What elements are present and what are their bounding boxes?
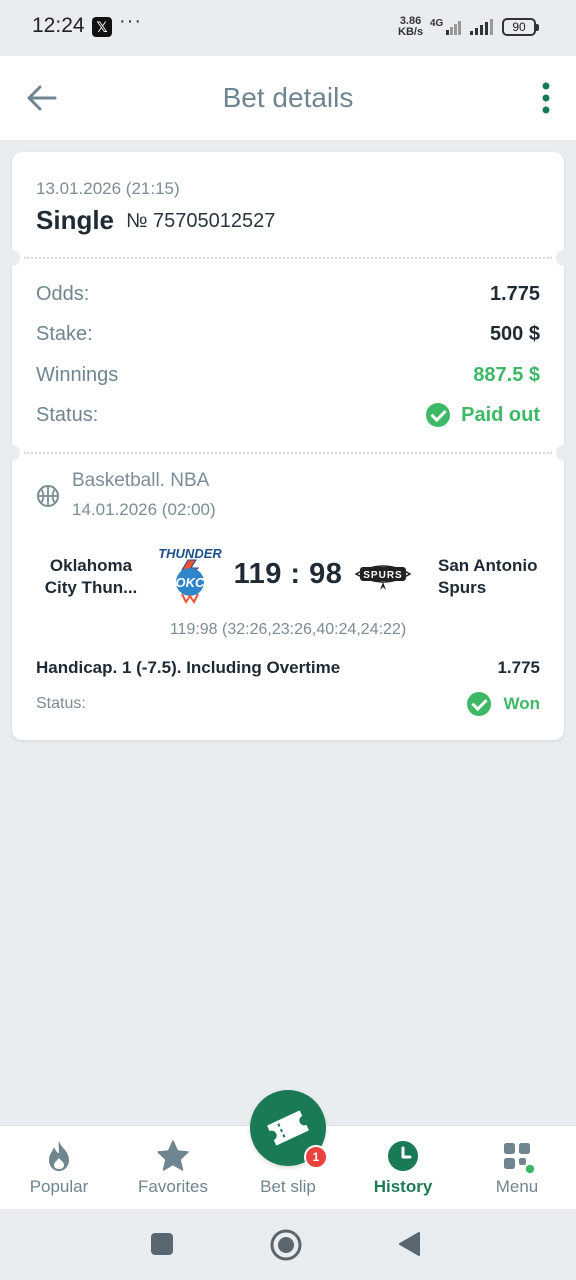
- team-home-name: Oklahoma City Thun...: [36, 555, 146, 599]
- team-away-name: San Antonio Spurs: [438, 555, 548, 599]
- signal-icon: [470, 19, 493, 35]
- grid-icon: [504, 1143, 535, 1174]
- app-header: Bet details: [0, 56, 576, 140]
- flame-icon: [49, 1141, 69, 1171]
- bet-type: Single: [36, 205, 115, 235]
- check-circle-icon: [426, 403, 451, 427]
- bet-details-card: 13.01.2026 (21:15) Single № 75705012527 …: [4, 152, 572, 740]
- match-score: 119 : 98: [233, 558, 343, 590]
- network-type: 4G: [430, 18, 444, 29]
- spurs-logo: SPURS: [354, 565, 412, 590]
- team-home-name-line1: Oklahoma: [49, 556, 133, 575]
- network-speed: 3.86 KB/s: [398, 16, 423, 38]
- status-time: 12:24: [32, 14, 85, 37]
- ticket-notch: [556, 445, 572, 461]
- stake-label: Stake:: [36, 323, 93, 345]
- x-icon: 𝕏: [92, 17, 112, 37]
- team-away-name-line2: Spurs: [438, 578, 487, 597]
- event-status-label: Status:: [36, 695, 86, 712]
- odds-label: Odds:: [36, 283, 90, 305]
- signal-4g-icon: 4G: [430, 18, 461, 35]
- nav-label: Bet slip: [260, 1177, 316, 1196]
- basketball-icon: [37, 485, 59, 507]
- spurs-logo-text: SPURS: [363, 570, 402, 581]
- divider: [24, 257, 552, 259]
- league-name: Basketball. NBA: [72, 470, 210, 491]
- thunder-logo: THUNDER OKC: [158, 546, 222, 604]
- star-icon: [157, 1140, 189, 1171]
- event-status-value: Won: [503, 694, 540, 713]
- event-date: 14.01.2026 (02:00): [72, 500, 216, 519]
- nav-label: Favorites: [138, 1177, 208, 1196]
- market-odds: 1.775: [497, 658, 540, 677]
- ticket-notch: [556, 250, 572, 266]
- page-title: Bet details: [222, 82, 354, 113]
- bet-slip-count-badge: 1: [304, 1145, 328, 1169]
- nav-label: Menu: [495, 1177, 539, 1196]
- thunder-logo-text: THUNDER: [158, 546, 222, 561]
- stake-value: 500 $: [489, 323, 540, 345]
- period-scores: 119:98 (32:26,23:26,40:24,24:22): [169, 621, 407, 638]
- battery-icon: 90: [502, 18, 539, 36]
- event-status: Won: [467, 692, 540, 716]
- winnings-label: Winnings: [36, 364, 119, 386]
- status-label: Status:: [36, 404, 99, 426]
- clock-icon: [388, 1141, 418, 1171]
- bet-status: Paid out: [426, 402, 540, 428]
- more-notifications-icon: ···: [119, 10, 142, 32]
- divider: [24, 452, 552, 454]
- more-vertical-icon[interactable]: [540, 82, 552, 114]
- nav-label: Popular: [29, 1177, 89, 1196]
- market-name: Handicap. 1 (-7.5). Including Overtime: [36, 658, 341, 677]
- bet-date: 13.01.2026 (21:15): [36, 179, 180, 198]
- nav-menu[interactable]: Menu: [459, 1126, 575, 1210]
- nav-history[interactable]: History: [345, 1126, 461, 1210]
- bet-status-value: Paid out: [461, 403, 540, 426]
- bet-number: № 75705012527: [126, 210, 276, 232]
- recents-icon[interactable]: [150, 1232, 174, 1256]
- home-icon[interactable]: [269, 1228, 303, 1262]
- back-triangle-icon[interactable]: [398, 1231, 420, 1257]
- system-navigation-bar: [0, 1209, 576, 1280]
- status-bar: 12:24 𝕏 ··· 3.86 KB/s 4G 90: [0, 0, 576, 56]
- network-speed-unit: KB/s: [398, 26, 424, 38]
- thunder-logo-abbr: OKC: [176, 575, 206, 590]
- winnings-value: 887.5 $: [473, 364, 540, 386]
- team-home-name-line2: City Thun...: [44, 578, 138, 597]
- nav-popular[interactable]: Popular: [1, 1126, 117, 1210]
- nav-label: History: [373, 1177, 433, 1196]
- ticket-notch: [4, 445, 20, 461]
- team-away-name-line1: San Antonio: [438, 556, 538, 575]
- ticket-notch: [4, 250, 20, 266]
- odds-value: 1.775: [489, 283, 540, 305]
- check-circle-icon: [467, 692, 492, 716]
- nav-favorites[interactable]: Favorites: [115, 1126, 231, 1210]
